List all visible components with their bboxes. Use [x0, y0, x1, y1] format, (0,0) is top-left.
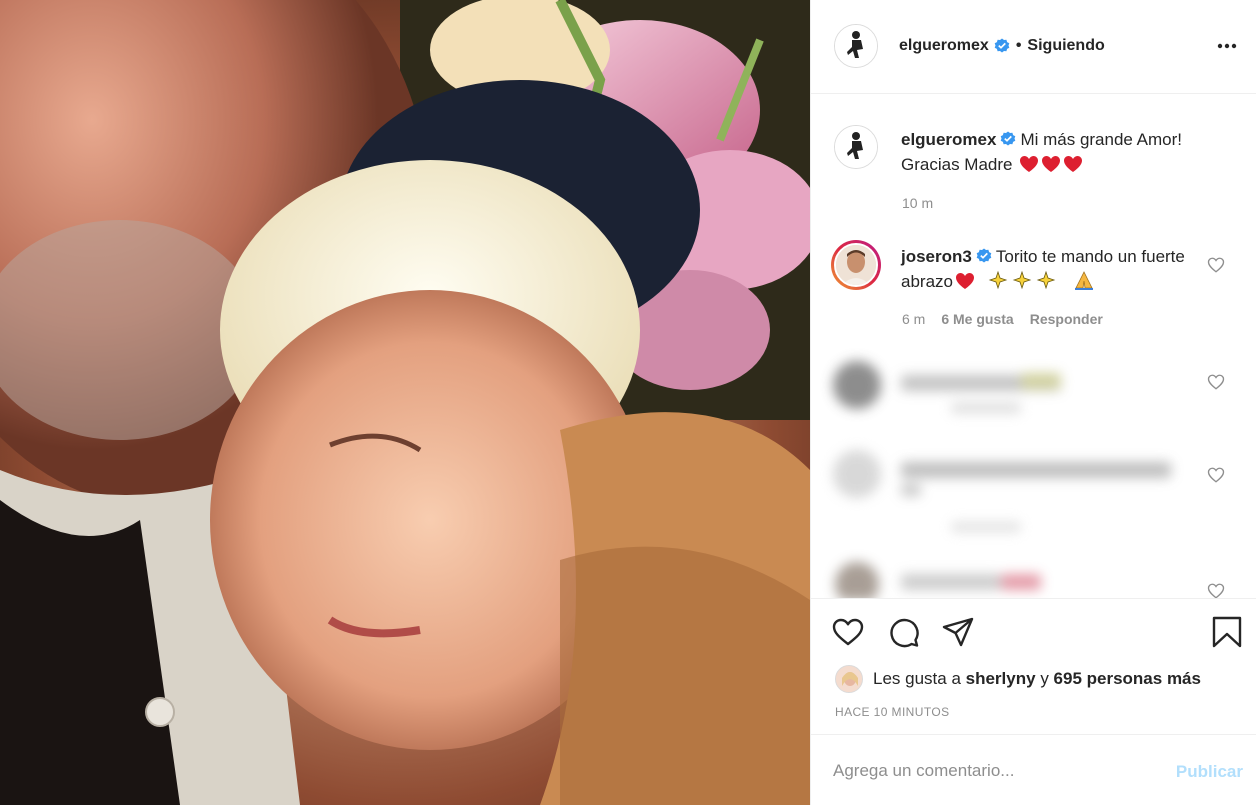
post-actions: Les gusta a sherlyny y 695 personas más … — [811, 598, 1256, 734]
likes-prefix: Les gusta a — [873, 669, 961, 688]
red-heart-emoji-icon — [1064, 156, 1083, 172]
bookmark-icon[interactable] — [1210, 615, 1244, 649]
sparkles-emoji-icon — [988, 270, 1055, 290]
reply-time[interactable]: 6 m — [902, 311, 925, 327]
verified-badge-icon — [1001, 131, 1016, 146]
likes-others-count[interactable]: 695 personas más — [1054, 669, 1201, 689]
reply-meta: 6 m 6 Me gusta Responder — [902, 311, 1103, 327]
commenter-username[interactable]: joseron3 — [901, 247, 972, 266]
blurred-comment — [821, 357, 1201, 427]
likes-connector: y — [1040, 669, 1049, 688]
red-heart-emoji-icon — [1042, 156, 1061, 172]
caption-text: elgueromex Mi más grande Amor! Gracias M… — [901, 127, 1221, 177]
reply-text: joseron3 Torito te mando un fuerte abraz… — [901, 244, 1201, 294]
comment-bubble-icon[interactable] — [887, 615, 921, 649]
caption-username[interactable]: elgueromex — [901, 130, 996, 149]
post-image — [0, 0, 810, 805]
reply-button[interactable]: Responder — [1030, 311, 1103, 327]
comment-like-heart-icon[interactable] — [1207, 466, 1225, 484]
post-header: elgueromex • Siguiendo — [811, 0, 1256, 94]
post-timestamp[interactable]: HACE 10 MINUTOS — [835, 705, 949, 719]
liker-avatar[interactable] — [835, 665, 863, 693]
add-comment-bar: Publicar — [811, 734, 1256, 805]
red-heart-emoji-icon — [955, 273, 974, 289]
separator-dot: • — [1015, 37, 1022, 54]
follow-status-button[interactable]: Siguiendo — [1027, 37, 1104, 55]
commenter-avatar[interactable] — [831, 240, 881, 290]
caption-time[interactable]: 10 m — [902, 195, 933, 211]
author-avatar[interactable] — [834, 24, 878, 68]
publish-button[interactable]: Publicar — [1176, 762, 1243, 782]
red-heart-emoji-icon — [1020, 156, 1039, 172]
verified-badge-icon — [976, 248, 992, 263]
more-horizontal-icon[interactable] — [1215, 36, 1239, 56]
folded-hands-emoji-icon — [1075, 271, 1094, 290]
blurred-comment — [821, 560, 1201, 598]
verified-badge-icon — [994, 38, 1010, 53]
author-username[interactable]: elgueromex — [899, 37, 989, 55]
caption-author-avatar[interactable] — [834, 125, 878, 169]
post-side-panel: elgueromex • Siguiendo elgueromex Mi más… — [810, 0, 1256, 805]
post-photo[interactable] — [0, 0, 810, 805]
paper-plane-icon[interactable] — [941, 615, 975, 649]
comment-like-heart-icon[interactable] — [1207, 582, 1225, 598]
heart-outline-icon[interactable] — [831, 615, 865, 649]
comments-list[interactable]: elgueromex Mi más grande Amor! Gracias M… — [811, 95, 1256, 598]
comment-like-heart-icon[interactable] — [1207, 373, 1225, 391]
reply-likes-count[interactable]: 6 Me gusta — [941, 311, 1013, 327]
comment-input[interactable] — [833, 757, 1153, 785]
liker-username[interactable]: sherlyny — [966, 669, 1036, 689]
likes-summary: Les gusta a sherlyny y 695 personas más — [835, 665, 1201, 693]
blurred-comment — [821, 450, 1201, 540]
comment-like-heart-icon[interactable] — [1207, 256, 1225, 274]
post-header-user: elgueromex • Siguiendo — [899, 37, 1105, 55]
